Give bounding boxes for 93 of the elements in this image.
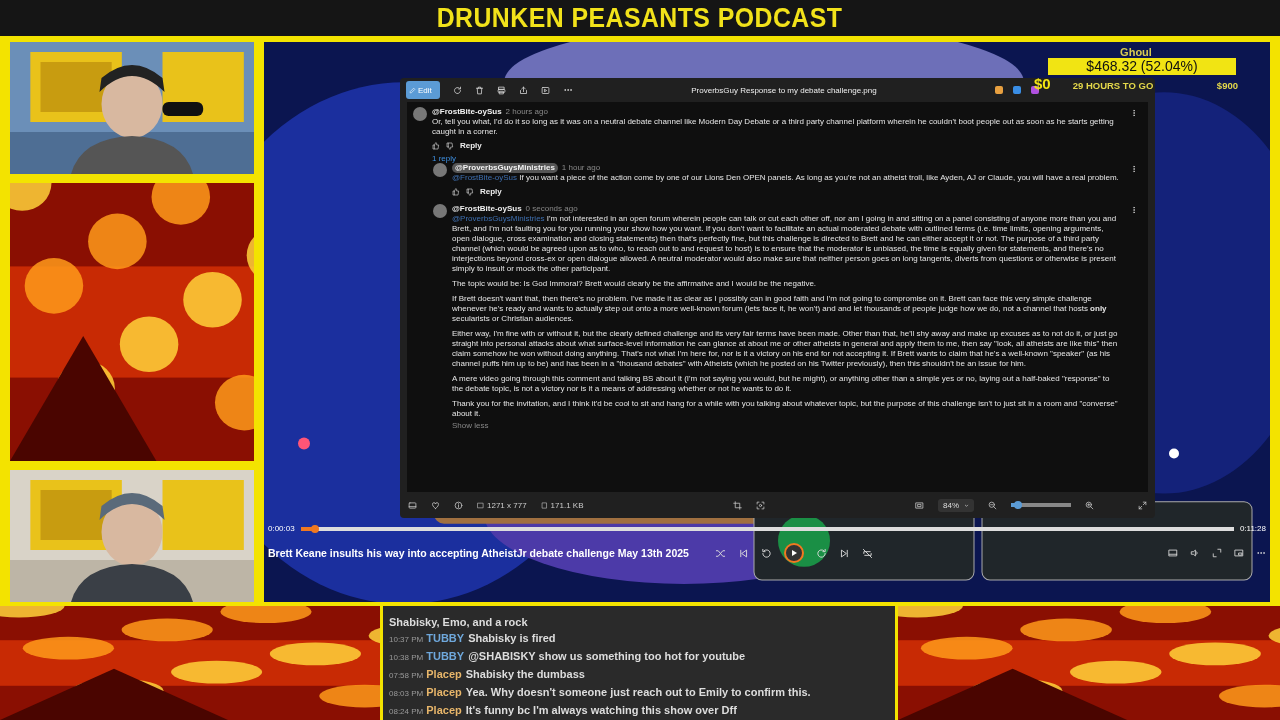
previous-icon[interactable] — [737, 547, 749, 559]
comment-text: Either way, I'm fine with or without it, but the clearly defined challenge and its very fair terms have been made. Other than that, he'll shy away and make up excuses as to not do it, or just go straight into personal attacks about what surface-level information he can glance at about me or other atheists in general and apply them to me, then say "look, all atheists are like this" then claim somehow he won without doing anything. That's not what I'm here for, nor is it a victory on his end for not accepting it. If Brett wants to claim that he's a well-known "speaker" (as his channel puffs him up to be) and has been in a "thousand debates" with Atheists (which he posted on his Twitter previously), then this shouldn't be an issue for him. — [452, 329, 1119, 369]
print-icon[interactable] — [497, 85, 506, 95]
more-icon[interactable] — [1130, 109, 1138, 117]
chat-username: Placep — [426, 668, 462, 680]
comment-text: Or, tell you what, I'd do it so long as it was on a neutral debate channel like Modern Day Debate or a third party channel platform wherein he couldn't boot people out as soon as he starts getting caught in a corner. — [432, 117, 1115, 137]
expand-icon[interactable] — [1138, 500, 1147, 510]
chat-message: Yea. Why doesn't someone just reach out to Emily to confirm this. — [465, 686, 811, 698]
show-less-link[interactable]: Show less — [452, 421, 489, 431]
app-icon[interactable] — [995, 86, 1003, 94]
chat-time: 10:37 PM — [389, 635, 424, 644]
progress-thumb[interactable] — [310, 524, 319, 533]
donor-name: Ghoul — [1120, 46, 1152, 58]
repeat-off-icon[interactable] — [861, 547, 873, 559]
thumbs-up-icon[interactable] — [452, 187, 460, 196]
comment-age: 2 hours ago — [505, 107, 548, 117]
chat-time: 08:24 PM — [389, 707, 424, 716]
thumbs-down-icon[interactable] — [466, 187, 474, 196]
zoom-slider[interactable] — [1011, 503, 1071, 507]
comment-age: 1 hour ago — [561, 163, 601, 173]
more-icon[interactable] — [1130, 206, 1138, 214]
slider-thumb[interactable] — [1014, 501, 1023, 509]
chat-time: 08:03 PM — [389, 689, 424, 698]
forward-icon[interactable] — [815, 547, 827, 559]
crop-icon[interactable] — [733, 500, 743, 510]
comment-author[interactable]: @ProverbsGuysMinistries — [452, 163, 558, 173]
chat-message: @SHABISKY show us something too hot for youtube — [468, 650, 746, 662]
fit-screen-icon[interactable] — [915, 500, 924, 510]
thumbs-down-icon[interactable] — [446, 141, 454, 150]
more-icon[interactable] — [1130, 165, 1138, 173]
comment-text: @FrostBite-oySus If you want a piece of the action come by one of our Lions Den OPEN panels. As long as you're not an atheist troll, like Ayden, AJ or Claude, you will have a real problem. — [452, 173, 1120, 183]
image-icon — [477, 501, 484, 509]
comment-text: The topic would be: Is God Immoral? Brett would clearly be the affirmative and I would be the negative. — [452, 279, 818, 289]
shuffle-icon[interactable] — [714, 547, 726, 559]
miniplayer-icon[interactable] — [1168, 548, 1178, 558]
pencil-icon — [409, 86, 416, 94]
comment-text: If Brett doesn't want that, then there's no problem. I've made it as clear as I possibly can in good faith and I'm not going to compromise on it. Brett can face this very simple challenge whenever he's ready and wants to actually step out onto a more well-known forum (lets face it, he won't) and and let thousands of people judge how we do, not a channel that hosts only secularists or Christian audiences. — [452, 294, 1108, 324]
file-icon — [540, 501, 548, 509]
info-icon[interactable] — [454, 500, 463, 510]
show-title: DRUNKEN PEASANTS PODCAST — [437, 2, 843, 34]
goal-amount: $900 — [1216, 80, 1238, 91]
comment-text: @ProverbsGuysMinistries I'm not interested in an open forum wherein people can talk or cut each other off, nor am I going in and sitting on a panel consisting of anyone more than you and Brett, and I'm not faulting you for you running your show how you want. If you don't want to facilitate an actual moderated debate with outlined terms (i.e. time limits, opening arguments, open dialogue, cross examination and closing statements) then that's perfectly fine, but this challenge is directed to Brett and he can either accept it or not. The purpose of a third party channel (which would be agreed upon as to who, to reach out to and request to host) is to ensure that the moderator is unbiased, the time is equally given for statements, and there's no interjections beyond cross-ex or open dialogue allowed. A neutral moderator would also make sure that neither person goes on long tangents, diverts from questions or otherwise is present simply to insult or mock the other participant. — [452, 214, 1118, 274]
zoom-in-icon[interactable] — [1085, 500, 1094, 510]
filmstrip-icon[interactable] — [408, 500, 417, 510]
chat-message: It's funny bc I'm always watching this show over Dff — [465, 704, 737, 716]
donation-goal-bar: $468.32 (52.04%) — [1048, 58, 1236, 75]
reply-button[interactable]: Reply — [480, 187, 502, 196]
chat-message: Shabisky, Emo, and a rock — [389, 616, 528, 628]
comment-author[interactable]: @FrostBite-oySus — [432, 107, 502, 117]
chat-username: Placep — [426, 704, 462, 716]
chat-time: 10:38 PM — [389, 653, 424, 662]
heart-icon[interactable] — [431, 500, 440, 510]
mention-link[interactable]: @ProverbsGuysMinistries — [452, 214, 545, 223]
track-title: Brett Keane insults his way into accepting AtheistJr debate challenge May 13th 2025 — [268, 547, 689, 559]
chat-message: Shabisky is fired — [468, 632, 556, 644]
progress-bar[interactable] — [300, 526, 1234, 531]
comment-author[interactable]: @FrostBite-oySus — [452, 204, 522, 214]
fullscreen-icon[interactable] — [1212, 548, 1222, 558]
avatar — [433, 204, 447, 218]
rotate-icon[interactable] — [453, 85, 462, 95]
avatar — [433, 163, 447, 177]
rewind-icon[interactable] — [760, 547, 772, 559]
pip-icon[interactable] — [1234, 548, 1244, 558]
comment-text: A mere video going through this comment and talking BS about it (I'm not saying you would, but he might), or anything other than a simple yes or no, laying out a half-baked "response" to the debate topic, is not a victory nor is it a means of addressing whether or not he wants to do it. — [452, 374, 1111, 394]
replies-toggle[interactable]: 1 reply — [432, 154, 456, 163]
duration-time: 0:11:28 — [1239, 524, 1266, 533]
share-icon[interactable] — [519, 85, 528, 95]
chat-username: TUBBY — [426, 632, 465, 644]
play-icon — [789, 549, 798, 557]
next-icon[interactable] — [838, 547, 850, 559]
slideshow-icon[interactable] — [541, 85, 550, 95]
chat-username: Placep — [426, 686, 462, 698]
zoom-out-icon[interactable] — [988, 500, 997, 510]
chat-time: 07:58 PM — [389, 671, 424, 680]
zoom-dropdown[interactable]: 84% — [938, 498, 974, 512]
thumbs-up-icon[interactable] — [432, 141, 440, 150]
volume-icon[interactable] — [1190, 548, 1200, 558]
delete-icon[interactable] — [475, 85, 484, 95]
time-remaining: 29 HOURS TO GO — [1072, 80, 1154, 91]
reply-button[interactable]: Reply — [460, 141, 482, 150]
image-dimensions: 1271 x 777 — [487, 500, 527, 510]
mention-link[interactable]: @FrostBite-oySus — [452, 173, 518, 182]
elapsed-time: 0:00:03 — [268, 524, 295, 533]
file-size: 171.1 KB — [550, 500, 584, 510]
chat-message: Shabisky the dumbass — [465, 668, 585, 680]
avatar — [413, 107, 427, 121]
comment-age: 0 seconds ago — [525, 204, 578, 214]
chat-username: TUBBY — [426, 650, 465, 662]
balance-amount: $0 — [1034, 75, 1051, 92]
caret-icon — [964, 502, 969, 508]
scan-icon[interactable] — [756, 500, 766, 510]
file-title: ProverbsGuy Response to my debate challenge.png — [690, 85, 878, 95]
comment-text: Thank you for the invitation, and I think it'd be cool to sit and hang for a while with you talking about whatever topic, but the purpose of this challenge isn't to just sit in a room and "converse" about it. — [452, 399, 1119, 419]
